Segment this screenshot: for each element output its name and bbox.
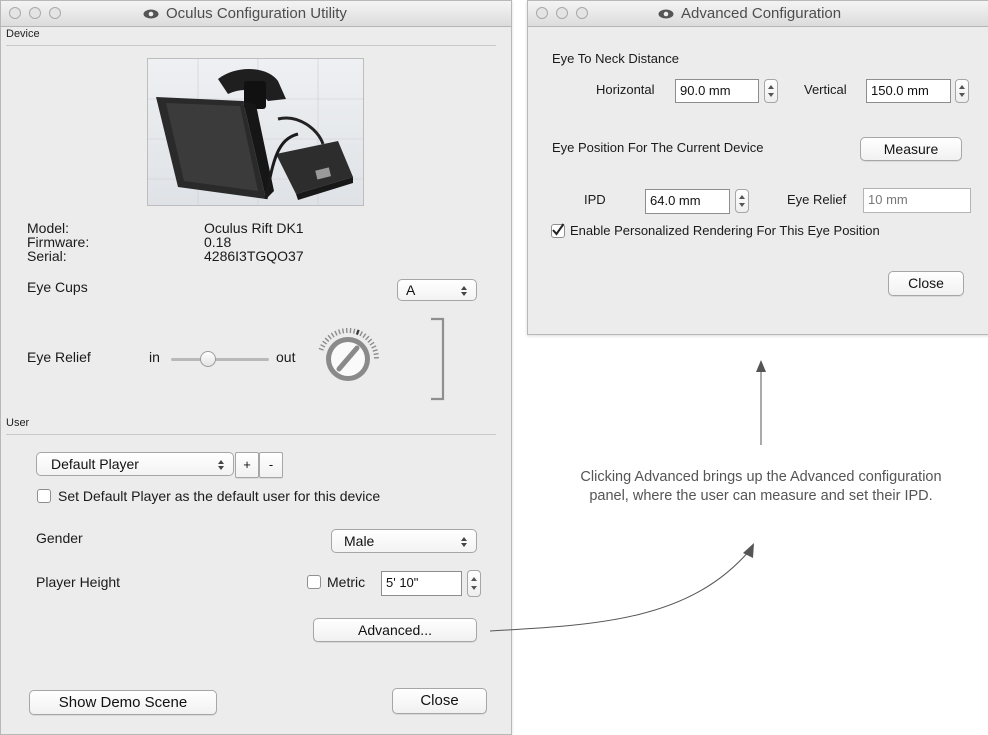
- curved-arrow-line: [490, 550, 750, 631]
- callout-arrows: [0, 0, 988, 733]
- annotation-text: Clicking Advanced brings up the Advanced…: [578, 468, 944, 506]
- up-arrow-head: [756, 360, 766, 372]
